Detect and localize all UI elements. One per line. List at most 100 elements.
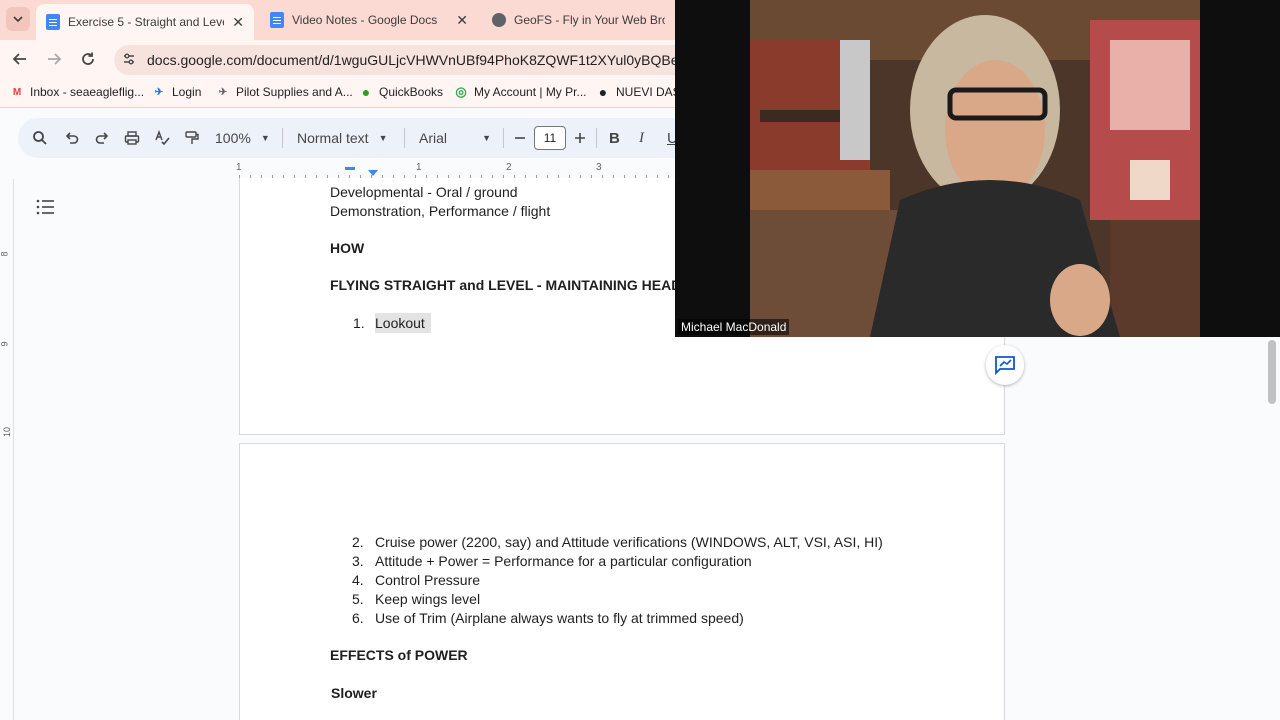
reload-icon [82,52,94,65]
gmail-icon: M [12,86,22,98]
back-arrow-icon [12,53,26,65]
ruler-number: 3 [596,162,602,173]
url-text: docs.google.com/document/d/1wguGULjcVHWV… [147,52,723,68]
ruler-number: 10 [2,426,13,438]
undo-icon [65,132,79,144]
globe-icon [492,13,506,27]
print-button[interactable] [124,127,140,149]
participant-name: Michael MacDonald [678,319,790,335]
chevron-down-icon [13,16,23,23]
caret-down-icon: ▼ [482,133,491,143]
list-item[interactable]: Control Pressure [375,572,480,588]
caret-down-icon: ▼ [378,133,388,143]
doc-heading-effects[interactable]: EFFECTS of POWER [330,647,468,663]
ruler-number: 2 [506,162,512,173]
plus-icon [575,133,585,143]
list-item[interactable]: Use of Trim (Airplane always wants to fl… [375,610,744,626]
outline-list-icon [36,199,54,215]
document-scrollbar[interactable] [1268,340,1276,404]
participant-video [750,0,1200,337]
toolbar-divider [282,128,283,148]
tab-title: GeoFS - Fly in Your Web Browse [514,13,665,27]
add-comment-icon [995,356,1015,375]
paint-format-button[interactable] [184,127,200,149]
toolbar-divider [404,128,405,148]
close-icon[interactable]: ✕ [456,12,468,29]
bookmark-label: My Account | My Pr... [474,85,587,99]
participant-video-frame [750,0,1200,337]
list-item[interactable]: Keep wings level [375,591,480,607]
doc-line[interactable]: Demonstration, Performance / flight [330,203,550,219]
bookmark-label: QuickBooks [379,85,444,99]
list-number: 3. [352,553,364,569]
ruler-number: 8 [0,251,10,257]
redo-button[interactable] [94,127,110,149]
bookmark-login[interactable]: ✈ Login [152,85,202,99]
document-page[interactable]: 2. Cruise power (2200, say) and Attitude… [239,443,1005,720]
list-item[interactable]: Cruise power (2200, say) and Attitude ve… [375,534,883,550]
list-number: 6. [352,610,364,626]
back-button[interactable] [10,49,30,69]
bold-button[interactable]: B [609,127,620,149]
list-number: 4. [352,572,364,588]
forward-arrow-icon [48,53,62,65]
bookmark-label: Login [172,85,202,99]
list-number: 5. [352,591,364,607]
docs-icon [46,14,60,30]
font-select[interactable]: Arial ▼ [419,127,491,149]
decrease-font-size-button[interactable] [514,127,526,149]
list-item[interactable]: Lookout [375,313,431,333]
bookmark-label: Pilot Supplies and A... [236,85,353,99]
tab-search-button[interactable] [6,7,30,31]
font-value: Arial [419,130,448,146]
left-margin-marker[interactable] [345,167,355,170]
tab-geofs[interactable]: GeoFS - Fly in Your Web Browse [482,4,675,36]
tab-exercise-5[interactable]: Exercise 5 - Straight and Level F ✕ [36,4,254,40]
style-select[interactable]: Normal text ▼ [297,127,388,149]
site-info-icon[interactable] [122,52,136,69]
forward-button[interactable] [44,49,64,69]
ruler-number: 9 [0,341,10,347]
redo-icon [95,132,109,144]
close-icon[interactable]: ✕ [232,14,244,31]
ruler-number: 1 [416,162,422,173]
spellcheck-icon [155,130,170,146]
spelling-button[interactable] [154,127,170,149]
tab-title: Video Notes - Google Docs [292,13,438,27]
zoom-value: 100% [215,130,251,146]
ruler-number: 1 [236,162,242,173]
plane-icon: ✈ [154,86,164,98]
increase-font-size-button[interactable] [574,127,586,149]
nuevi-icon: ● [598,84,608,100]
doc-line[interactable]: Developmental - Oral / ground [330,184,518,200]
toolbar-divider [503,128,504,148]
document-outline-button[interactable] [36,198,58,216]
selected-text[interactable]: Lookout [375,313,431,333]
tab-video-notes[interactable]: Video Notes - Google Docs ✕ [260,4,478,36]
bookmark-my-account[interactable]: ◎ My Account | My Pr... [454,84,587,99]
bookmark-pilot-supplies[interactable]: ✈ Pilot Supplies and A... [216,85,353,99]
add-comment-button[interactable] [986,345,1024,385]
reload-button[interactable] [78,49,98,69]
list-item[interactable]: Attitude + Power = Performance for a par… [375,553,752,569]
search-menus-button[interactable] [32,127,48,149]
bookmark-quickbooks[interactable]: ● QuickBooks [359,84,444,100]
italic-button[interactable]: I [639,127,644,149]
doc-heading-slower[interactable]: Slower [331,685,377,701]
doc-heading-how[interactable]: HOW [330,240,364,256]
list-number: 1. [353,315,365,331]
undo-button[interactable] [64,127,80,149]
print-icon [124,131,140,145]
video-call-window: Michael MacDonald [675,0,1280,337]
doc-heading-flying[interactable]: FLYING STRAIGHT and LEVEL - MAINTAINING … [330,277,681,293]
bookmark-inbox[interactable]: M Inbox - seaeagleflig... [10,85,144,99]
docs-icon [270,12,284,28]
font-size-input[interactable]: 11 [534,126,566,150]
paint-format-icon [185,131,199,144]
toolbar-divider [596,128,597,148]
style-value: Normal text [297,130,369,146]
indent-marker[interactable] [368,170,378,176]
horizontal-ruler[interactable]: 1 1 2 3 [236,161,675,179]
quickbooks-icon: ● [361,84,371,100]
zoom-select[interactable]: 100% ▼ [215,127,270,149]
